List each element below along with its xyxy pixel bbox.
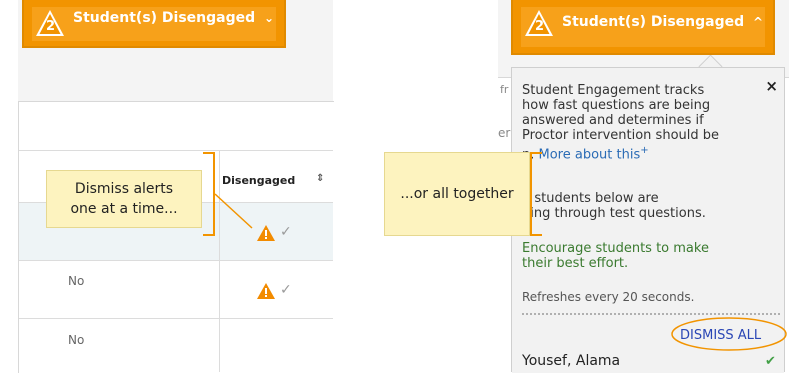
dismiss-all-highlight: [671, 317, 787, 351]
